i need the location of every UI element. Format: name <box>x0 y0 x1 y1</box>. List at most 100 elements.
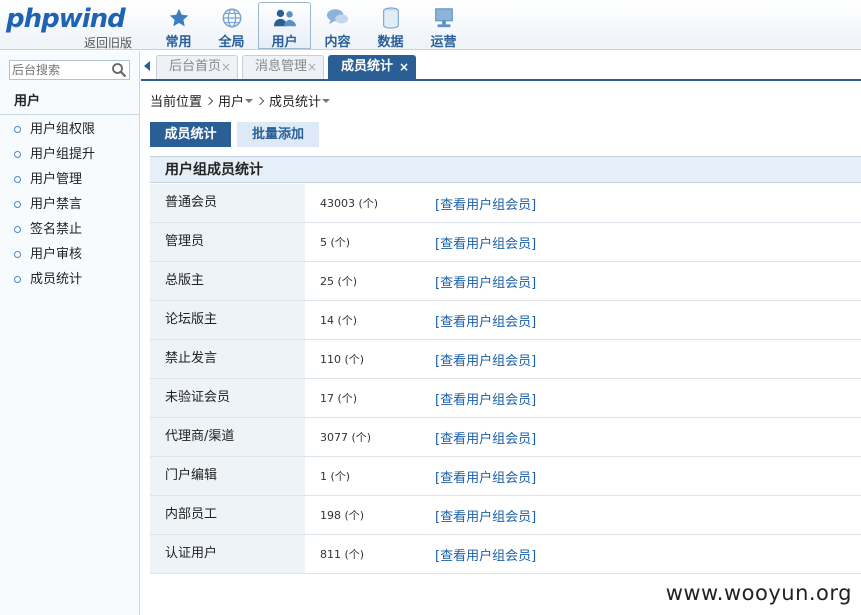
bullet-icon <box>14 226 21 233</box>
table-row: 代理商/渠道 3077 (个) [查看用户组会员] <box>150 418 861 457</box>
nav-label: 运营 <box>430 35 457 50</box>
search-input[interactable] <box>12 62 108 78</box>
bullet-icon <box>14 176 21 183</box>
member-count: 14 (个) <box>320 314 358 327</box>
sidebar-item-user-review[interactable]: 用户审核 <box>0 242 139 267</box>
sidebar-search <box>9 60 130 80</box>
bullet-icon <box>14 151 21 158</box>
nav-label: 常用 <box>165 35 192 50</box>
view-members-link[interactable]: [查看用户组会员] <box>435 311 536 330</box>
group-name: 论坛版主 <box>150 301 305 339</box>
nav-label: 全局 <box>218 35 245 50</box>
close-icon[interactable]: × <box>307 56 317 78</box>
caret-down-icon[interactable] <box>322 98 331 103</box>
nav-label: 数据 <box>377 35 404 50</box>
view-members-link[interactable]: [查看用户组会员] <box>435 467 536 486</box>
view-members-link[interactable]: [查看用户组会员] <box>435 194 536 213</box>
tab-bar: 后台首页 × 消息管理 × 成员统计 × <box>141 51 861 81</box>
member-count: 5 (个) <box>320 236 351 249</box>
view-members-link[interactable]: [查看用户组会员] <box>435 233 536 252</box>
group-name: 总版主 <box>150 262 305 300</box>
sidebar-item-group-upgrade[interactable]: 用户组提升 <box>0 142 139 167</box>
sidebar-item-label: 用户组提升 <box>30 147 96 162</box>
users-icon <box>273 7 297 29</box>
sidebar-item-group-permissions[interactable]: 用户组权限 <box>0 117 139 142</box>
main-nav: 常用 全局 用户 内容 数据 运营 <box>152 0 470 50</box>
group-name: 普通会员 <box>150 184 305 222</box>
nav-item-users[interactable]: 用户 <box>258 2 311 50</box>
bullet-icon <box>14 276 21 283</box>
table-row: 未验证会员 17 (个) [查看用户组会员] <box>150 379 861 418</box>
tab-scroll-left-icon[interactable] <box>144 61 150 71</box>
chevron-right-icon <box>204 96 214 105</box>
sidebar-item-signature-ban[interactable]: 签名禁止 <box>0 217 139 242</box>
nav-label: 内容 <box>324 35 351 50</box>
member-stats-button[interactable]: 成员统计 <box>150 122 231 147</box>
logo[interactable]: phpwind 返回旧版 <box>6 4 136 51</box>
view-members-link[interactable]: [查看用户组会员] <box>435 272 536 291</box>
member-count: 3077 (个) <box>320 431 372 444</box>
sidebar-item-label: 用户组权限 <box>30 122 96 137</box>
member-count: 25 (个) <box>320 275 358 288</box>
panel-title: 用户组成员统计 <box>150 156 861 183</box>
tab-label: 后台首页 <box>169 59 222 74</box>
top-header: phpwind 返回旧版 常用 全局 用户 内容 数据 运营 <box>0 0 861 50</box>
nav-item-common[interactable]: 常用 <box>152 2 205 50</box>
search-icon[interactable] <box>111 62 127 78</box>
sidebar-item-member-stats[interactable]: 成员统计 <box>0 267 139 292</box>
group-name: 内部员工 <box>150 496 305 534</box>
bullet-icon <box>14 126 21 133</box>
view-members-link[interactable]: [查看用户组会员] <box>435 545 536 564</box>
view-members-link[interactable]: [查看用户组会员] <box>435 389 536 408</box>
table-row: 管理员 5 (个) [查看用户组会员] <box>150 223 861 262</box>
nav-item-content[interactable]: 内容 <box>311 2 364 50</box>
nav-item-operations[interactable]: 运营 <box>417 2 470 50</box>
tab-member-stats[interactable]: 成员统计 × <box>328 55 416 79</box>
view-members-link[interactable]: [查看用户组会员] <box>435 428 536 447</box>
group-name: 禁止发言 <box>150 340 305 378</box>
group-name: 代理商/渠道 <box>150 418 305 456</box>
sidebar-item-label: 用户禁言 <box>30 197 83 212</box>
breadcrumb: 当前位置 用户 成员统计 <box>150 91 331 110</box>
sidebar-item-label: 签名禁止 <box>30 222 83 237</box>
view-members-link[interactable]: [查看用户组会员] <box>435 350 536 369</box>
nav-item-global[interactable]: 全局 <box>205 2 258 50</box>
globe-icon <box>220 7 244 29</box>
sidebar-item-label: 成员统计 <box>30 272 83 287</box>
breadcrumb-level1[interactable]: 用户 <box>218 91 244 110</box>
tab-message-management[interactable]: 消息管理 × <box>242 55 324 79</box>
sidebar: 用户 用户组权限 用户组提升 用户管理 用户禁言 签名禁止 用户审核 成员统计 <box>0 51 140 615</box>
member-count: 811 (个) <box>320 548 365 561</box>
group-name: 门户编辑 <box>150 457 305 495</box>
group-name: 未验证会员 <box>150 379 305 417</box>
batch-add-button[interactable]: 批量添加 <box>237 122 319 147</box>
table-row: 普通会员 43003 (个) [查看用户组会员] <box>150 184 861 223</box>
close-icon[interactable]: × <box>221 56 231 78</box>
sidebar-item-label: 用户审核 <box>30 247 83 262</box>
back-to-old-version-link[interactable]: 返回旧版 <box>84 34 132 51</box>
bullet-icon <box>14 251 21 258</box>
star-icon <box>167 7 191 29</box>
caret-down-icon[interactable] <box>245 98 254 103</box>
table-row: 总版主 25 (个) [查看用户组会员] <box>150 262 861 301</box>
sidebar-item-label: 用户管理 <box>30 172 83 187</box>
tab-home[interactable]: 后台首页 × <box>156 55 238 79</box>
table-row: 门户编辑 1 (个) [查看用户组会员] <box>150 457 861 496</box>
nav-item-data[interactable]: 数据 <box>364 2 417 50</box>
view-members-link[interactable]: [查看用户组会员] <box>435 506 536 525</box>
member-count: 43003 (个) <box>320 197 379 210</box>
chevron-right-icon <box>255 96 265 105</box>
breadcrumb-level2[interactable]: 成员统计 <box>269 91 321 110</box>
member-count: 1 (个) <box>320 470 351 483</box>
sidebar-menu: 用户组权限 用户组提升 用户管理 用户禁言 签名禁止 用户审核 成员统计 <box>0 117 139 292</box>
sidebar-item-user-management[interactable]: 用户管理 <box>0 167 139 192</box>
tab-label: 消息管理 <box>255 59 308 74</box>
bullet-icon <box>14 201 21 208</box>
logo-text: phpwind <box>6 4 126 34</box>
sidebar-title: 用户 <box>0 91 139 115</box>
sidebar-item-user-ban[interactable]: 用户禁言 <box>0 192 139 217</box>
group-name: 认证用户 <box>150 535 305 573</box>
close-icon[interactable]: × <box>399 56 409 78</box>
group-name: 管理员 <box>150 223 305 261</box>
member-count: 198 (个) <box>320 509 365 522</box>
